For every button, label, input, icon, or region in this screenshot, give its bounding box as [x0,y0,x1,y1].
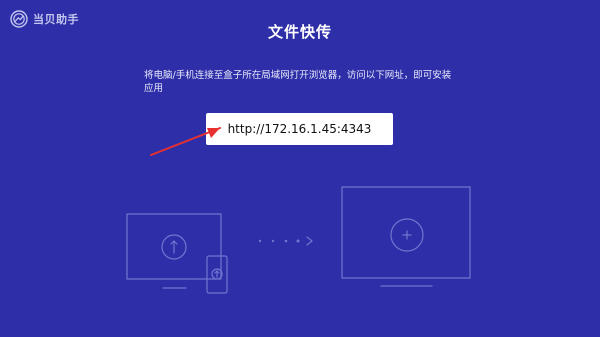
transfer-illustration [126,186,471,294]
access-url-box: http://172.16.1.45:4343 [206,113,393,145]
flow-dots [258,239,300,243]
plus-icon [390,218,424,252]
phone-upload-arrow-icon [211,268,223,280]
page-title: 文件快传 [267,23,332,41]
monitor-icon [126,213,222,280]
access-url-text: http://172.16.1.45:4343 [227,122,372,136]
upload-arrow-icon [161,234,187,260]
chevron-right-icon [306,236,313,246]
instruction-text: 将电脑/手机连接至盒子所在局域网打开浏览器，访问以下网址，即可安装应用 [144,70,452,94]
phone-icon [206,255,228,294]
red-pointer-arrow-icon [150,127,221,156]
tv-icon [341,186,471,279]
file-transfer-screen: 当贝助手 文件快传 将电脑/手机连接至盒子所在局域网打开浏览器，访问以下网址，即… [0,0,600,337]
